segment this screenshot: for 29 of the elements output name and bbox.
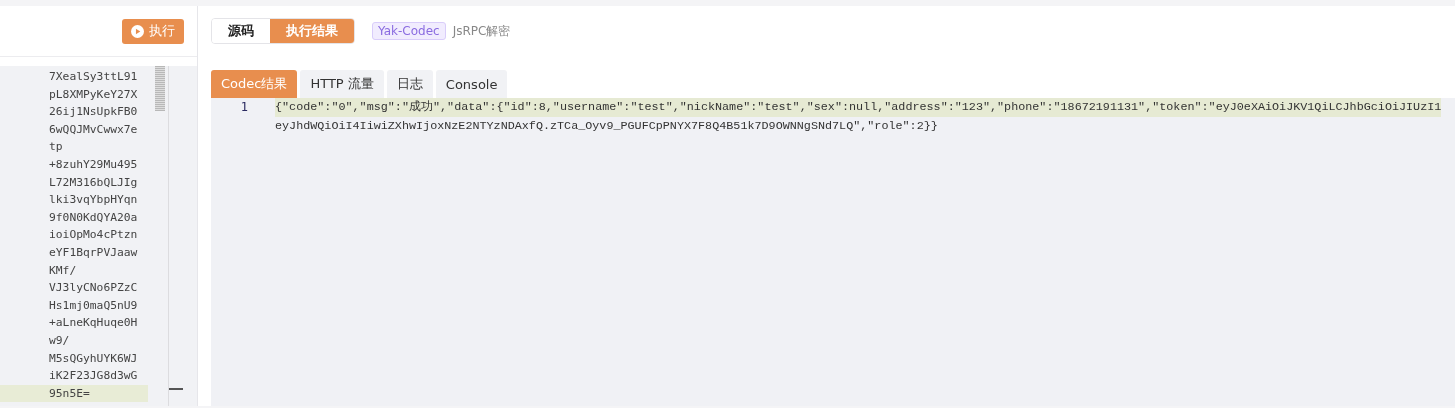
code-line: lki3vqYbpHYqn (48, 192, 139, 209)
code-line: w9/ (48, 332, 71, 349)
code-line: eYF1BqrPVJaaw (48, 244, 139, 261)
code-line: tp (48, 139, 64, 156)
plugin-description: JsRPC解密 (452, 22, 511, 40)
code-line: Hs1mj0maQ5nU9 (48, 297, 139, 314)
code-line: KMf/ (48, 262, 78, 279)
scroll-marker (169, 388, 183, 390)
code-line: 7XealSy3ttL91 (48, 69, 139, 85)
code-line: +aLneKqHuqe0H (48, 315, 139, 332)
code-line: VJ3lyCNo6PZzC (48, 280, 139, 297)
code-line: +8zuhY29Mu495 (48, 156, 139, 173)
result-tab[interactable]: Console (435, 70, 508, 98)
code-line: iK2F23JG8d3wG (48, 368, 139, 385)
result-tab[interactable]: 日志 (386, 70, 433, 98)
code-line: 9f0N0KdQYA20a (48, 209, 139, 226)
line-number: 1 (239, 99, 248, 116)
code-line: L72M316bQLJIg (48, 174, 139, 191)
result-tab[interactable]: HTTP 流量 (300, 70, 384, 98)
code-line: pL8XMPyKeY27X (48, 86, 139, 103)
code-line: ioiOpMo4cPtzn (48, 227, 139, 244)
minimap (155, 66, 165, 111)
code-line: M5sQGyhUYK6WJ (48, 350, 139, 367)
plugin-tag: Yak-Codec (372, 22, 446, 40)
code-line: 6wQQJMvCwwx7e (48, 121, 139, 138)
play-icon (131, 24, 144, 38)
code-text: eyJhdWQiOiI4IiwiZXhwIjoxNzE2NTYzNDAxfQ.zTCa_Oyv9_PGUFCpPNYX7F8Q4B51k7D9OWNNgSNd7LQ","role":2}} (275, 118, 938, 135)
code-text: {"code":"0","msg":"成功","data":{"id":8,"username":"test","nickName":"test","sex":null,"address":"123","phone":"18672191131","token":"eyJ0eXAiOiJKV1QiLCJhbGciOiJIUzI1 (275, 98, 1442, 117)
code-line: 26ij1NsUpkFB0 (48, 104, 139, 121)
